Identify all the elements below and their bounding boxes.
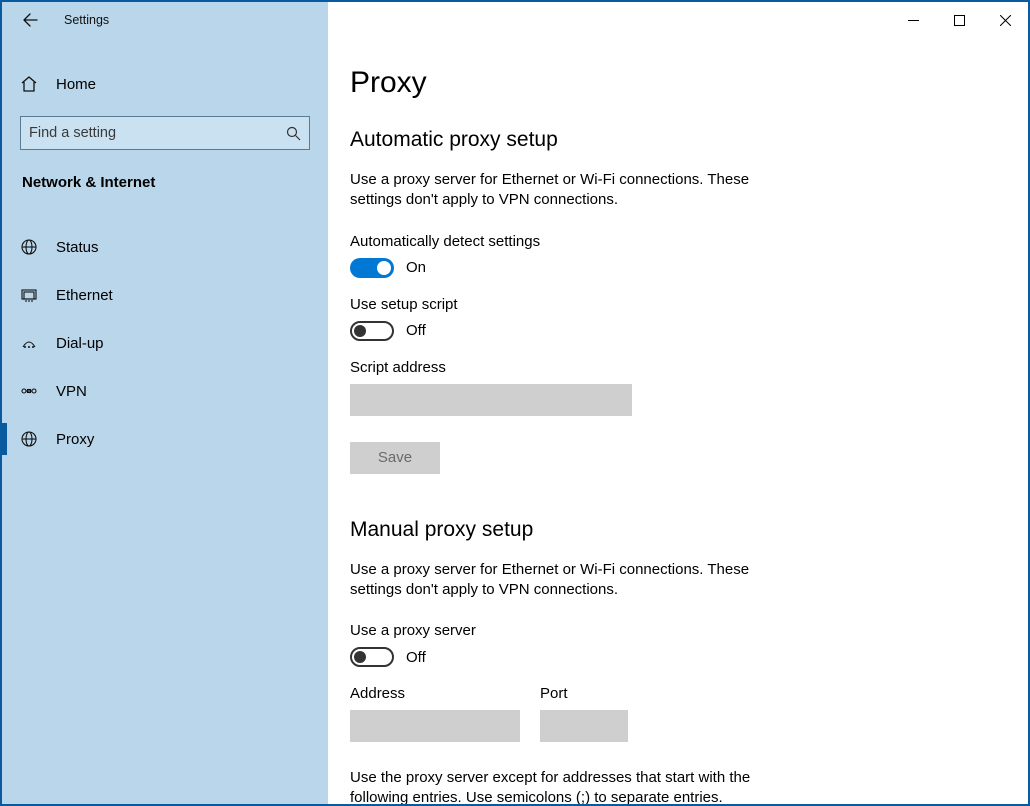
sidebar-item-label: VPN xyxy=(56,383,87,400)
globe-icon xyxy=(20,238,46,256)
sidebar-item-proxy[interactable]: Proxy xyxy=(20,415,310,463)
dialup-icon xyxy=(20,334,46,352)
use-proxy-label: Use a proxy server xyxy=(350,622,1006,639)
search-input[interactable]: Find a setting xyxy=(20,116,310,150)
automatic-description: Use a proxy server for Ethernet or Wi-Fi… xyxy=(350,170,790,211)
close-button[interactable] xyxy=(982,2,1028,38)
sidebar-item-dialup[interactable]: Dial-up xyxy=(20,319,310,367)
close-icon xyxy=(1000,15,1011,26)
titlebar: Settings xyxy=(2,2,1028,38)
window-controls xyxy=(328,2,1028,38)
address-label: Address xyxy=(350,685,520,702)
auto-detect-state: On xyxy=(406,259,426,276)
sidebar: Home Find a setting Network & Internet S… xyxy=(2,38,328,804)
sidebar-item-vpn[interactable]: VPN xyxy=(20,367,310,415)
body: Home Find a setting Network & Internet S… xyxy=(2,38,1028,804)
vpn-icon xyxy=(20,382,46,400)
content: Proxy Automatic proxy setup Use a proxy … xyxy=(328,38,1028,804)
search-placeholder: Find a setting xyxy=(29,125,116,141)
settings-window: Settings Home Find a setting xyxy=(0,0,1030,806)
nav-list: Status Ethernet Dial-up xyxy=(20,223,310,463)
script-address-input[interactable] xyxy=(350,384,632,416)
auto-detect-label: Automatically detect settings xyxy=(350,233,1006,250)
sidebar-item-label: Dial-up xyxy=(56,335,104,352)
script-address-label: Script address xyxy=(350,359,1006,376)
setup-script-toggle[interactable] xyxy=(350,321,394,341)
address-input[interactable] xyxy=(350,710,520,742)
search-icon xyxy=(286,126,301,141)
home-button[interactable]: Home xyxy=(20,64,310,104)
sidebar-item-status[interactable]: Status xyxy=(20,223,310,271)
back-button[interactable] xyxy=(22,12,46,28)
exceptions-description: Use the proxy server except for addresse… xyxy=(350,768,790,804)
titlebar-left: Settings xyxy=(2,2,328,38)
sidebar-item-label: Proxy xyxy=(56,431,94,448)
globe-icon xyxy=(20,430,46,448)
port-label: Port xyxy=(540,685,628,702)
ethernet-icon xyxy=(20,286,46,304)
automatic-section-heading: Automatic proxy setup xyxy=(350,128,1006,152)
auto-detect-toggle[interactable] xyxy=(350,258,394,278)
sidebar-item-label: Status xyxy=(56,239,99,256)
use-proxy-toggle[interactable] xyxy=(350,647,394,667)
manual-description: Use a proxy server for Ethernet or Wi-Fi… xyxy=(350,560,790,601)
maximize-button[interactable] xyxy=(936,2,982,38)
home-icon xyxy=(20,75,46,93)
window-title: Settings xyxy=(64,13,109,27)
home-label: Home xyxy=(56,76,96,93)
use-proxy-state: Off xyxy=(406,649,426,666)
manual-section-heading: Manual proxy setup xyxy=(350,518,1006,542)
setup-script-label: Use setup script xyxy=(350,296,1006,313)
category-heading: Network & Internet xyxy=(22,174,310,191)
minimize-button[interactable] xyxy=(890,2,936,38)
maximize-icon xyxy=(954,15,965,26)
minimize-icon xyxy=(908,15,919,26)
arrow-left-icon xyxy=(22,12,38,28)
setup-script-state: Off xyxy=(406,322,426,339)
sidebar-item-ethernet[interactable]: Ethernet xyxy=(20,271,310,319)
page-title: Proxy xyxy=(350,66,1006,100)
port-input[interactable] xyxy=(540,710,628,742)
sidebar-item-label: Ethernet xyxy=(56,287,113,304)
save-button[interactable]: Save xyxy=(350,442,440,474)
